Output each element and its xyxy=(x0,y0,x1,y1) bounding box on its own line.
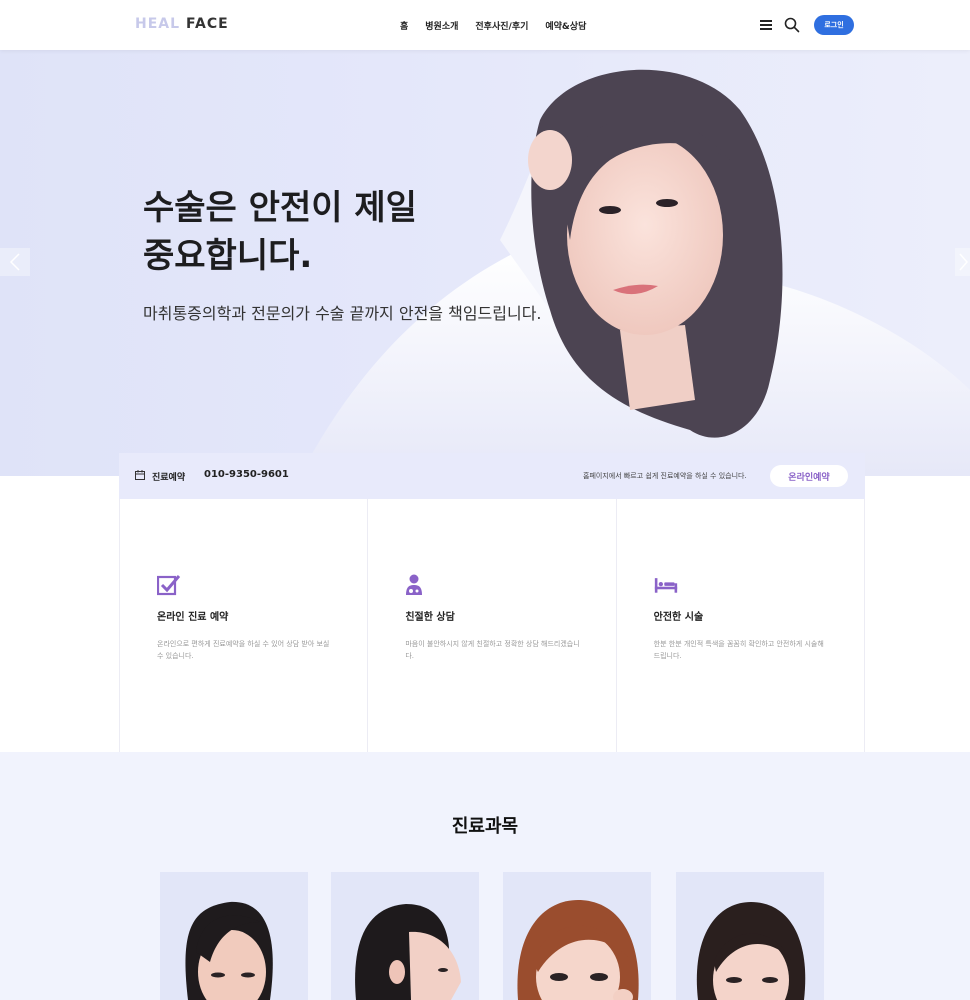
chevron-right-icon[interactable] xyxy=(955,248,970,276)
menu-icon[interactable] xyxy=(760,20,772,30)
logo-face: FACE xyxy=(186,16,229,32)
feature-title: 안전한 시술 xyxy=(653,612,704,623)
woman-portrait-3 xyxy=(517,900,639,1000)
online-reservation-button[interactable]: 온라인예약 xyxy=(770,465,848,487)
reservation-bar: 진료예약 010-9350-9601 홈페이지에서 빠르고 쉽게 진료예약을 하… xyxy=(119,453,865,499)
feature-desc: 마음이 불안하시지 않게 친절하고 정확한 상담 해드리겠습니다. xyxy=(405,640,580,660)
department-card[interactable] xyxy=(676,872,824,1000)
calendar-icon xyxy=(135,470,145,480)
department-card[interactable] xyxy=(503,872,651,1000)
departments-section: 진료과목 xyxy=(0,752,970,1000)
section-title: 진료과목 xyxy=(451,816,519,837)
doctor-icon xyxy=(406,574,423,595)
feature-title: 친절한 상담 xyxy=(405,612,455,623)
reservation-note: 홈페이지에서 빠르고 쉽게 진료예약을 하실 수 있습니다. xyxy=(583,472,747,480)
reservation-label: 진료예약 xyxy=(152,473,186,483)
feature-desc: 온라인으로 편하게 진료예약을 하실 수 있어 상담 받아 보실 수 있습니다. xyxy=(157,640,330,660)
features-section: 온라인 진료 예약 온라인으로 편하게 진료예약을 하실 수 있어 상담 받아 … xyxy=(119,499,865,752)
hero-title: 수술은 안전이 제일 중요합니다. xyxy=(143,188,417,276)
woman-portrait-4 xyxy=(696,902,806,1000)
logo[interactable]: HEAL FACE xyxy=(135,16,229,32)
site-header: HEAL FACE 홈 병원소개 전후사진/후기 예약&상담 로그인 xyxy=(0,0,970,50)
reservation-phone[interactable]: 010-9350-9601 xyxy=(204,469,289,480)
feature-desc: 한분 한분 개인적 특색을 꼼꼼히 확인하고 안전하게 시술해 드립니다. xyxy=(653,640,824,660)
hero-subtitle: 마취통증의학과 전문의가 수술 끝까지 안전을 책임드립니다. xyxy=(143,304,542,323)
nav-reservation[interactable]: 예약&상담 xyxy=(545,19,586,32)
logo-heal: HEAL xyxy=(135,16,181,32)
feature-online-reservation: 온라인 진료 예약 온라인으로 편하게 진료예약을 하실 수 있어 상담 받아 … xyxy=(119,499,367,752)
login-button[interactable]: 로그인 xyxy=(814,15,854,35)
main-nav: 홈 병원소개 전후사진/후기 예약&상담 xyxy=(400,19,586,32)
feature-consultation: 친절한 상담 마음이 불안하시지 않게 친절하고 정확한 상담 해드리겠습니다. xyxy=(367,499,615,752)
checkbox-icon xyxy=(156,575,181,596)
nav-before-after[interactable]: 전후사진/후기 xyxy=(475,19,528,32)
nav-home[interactable]: 홈 xyxy=(400,19,408,32)
search-icon[interactable] xyxy=(784,17,800,33)
woman-profile-2 xyxy=(355,904,461,1000)
nav-about[interactable]: 병원소개 xyxy=(425,19,458,32)
department-card[interactable] xyxy=(331,872,479,1000)
feature-title: 온라인 진료 예약 xyxy=(157,612,229,623)
chevron-left-icon[interactable] xyxy=(0,248,30,276)
feature-safe-procedure: 안전한 시술 한분 한분 개인적 특색을 꼼꼼히 확인하고 안전하게 시술해 드… xyxy=(615,499,865,752)
department-card[interactable] xyxy=(160,872,308,1000)
bed-icon xyxy=(654,578,677,593)
hero-banner: 수술은 안전이 제일 중요합니다. 마취통증의학과 전문의가 수술 끝까지 안전… xyxy=(0,50,970,476)
woman-portrait-1 xyxy=(185,901,273,1000)
